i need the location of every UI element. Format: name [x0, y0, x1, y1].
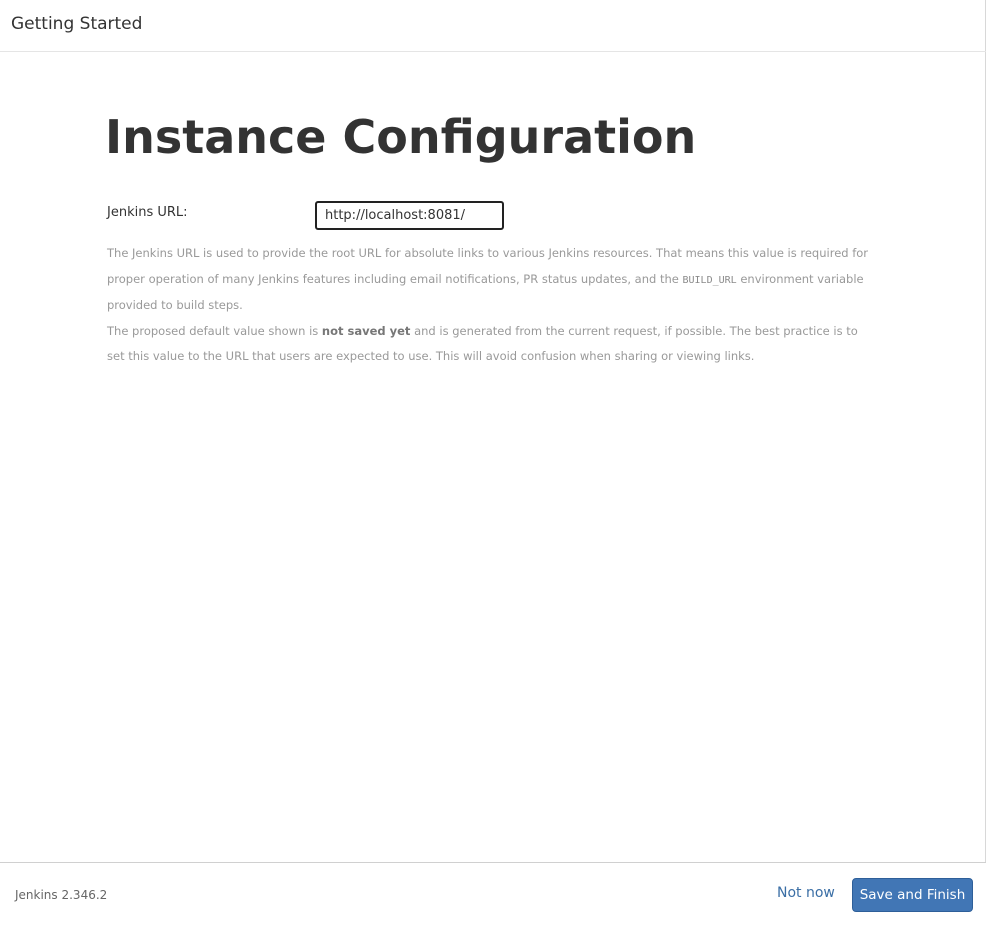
not-saved-yet-emphasis: not saved yet: [321, 323, 411, 338]
not-now-button[interactable]: Not now: [777, 885, 835, 901]
help-paragraph-root-url: The Jenkins URL is used to provide the r…: [107, 246, 869, 312]
dialog-footer: Jenkins 2.346.2 Not now Save and Finish: [0, 862, 986, 925]
dialog-content: Instance Configuration Jenkins URL: The …: [0, 52, 986, 862]
window-edge: [986, 0, 992, 925]
help-paragraph-default-value: The proposed default value shown is not …: [107, 323, 858, 364]
jenkins-version: Jenkins 2.346.2: [15, 888, 108, 902]
jenkins-url-label: Jenkins URL:: [107, 205, 188, 220]
jenkins-url-input[interactable]: [315, 201, 504, 230]
save-and-finish-button[interactable]: Save and Finish: [852, 878, 973, 912]
build-url-code: BUILD_URL: [682, 274, 737, 286]
dialog-header: Getting Started: [0, 0, 986, 52]
page-title: Instance Configuration: [105, 110, 697, 164]
jenkins-url-help: The Jenkins URL is used to provide the r…: [107, 241, 879, 370]
setup-wizard-dialog: Getting Started Instance Configuration J…: [0, 0, 986, 925]
header-title: Getting Started: [11, 14, 143, 34]
